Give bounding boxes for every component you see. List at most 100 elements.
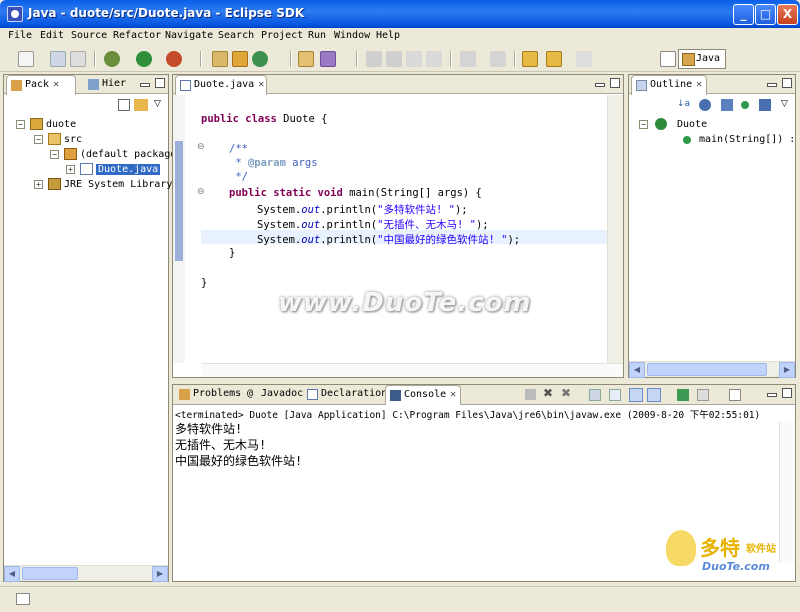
minimize-icon[interactable] bbox=[767, 393, 777, 397]
view-menu-icon[interactable]: ▽ bbox=[781, 99, 788, 109]
open-console-icon[interactable] bbox=[729, 389, 741, 401]
menu-run[interactable]: Run bbox=[308, 30, 326, 41]
close-button[interactable]: X bbox=[777, 4, 798, 25]
back-icon[interactable] bbox=[546, 51, 562, 67]
fold-icon[interactable]: ⊖ bbox=[197, 187, 205, 197]
tree-item-default-package[interactable]: − (default package bbox=[50, 147, 176, 162]
menu-project[interactable]: Project bbox=[261, 30, 303, 41]
remove-launch-icon[interactable]: ✖ bbox=[543, 386, 553, 400]
menu-refactor[interactable]: Refactor bbox=[113, 30, 161, 41]
menu-navigate[interactable]: Navigate bbox=[165, 30, 213, 41]
hide-static-icon[interactable] bbox=[721, 99, 733, 111]
hide-nonpublic-icon[interactable] bbox=[741, 101, 749, 109]
fast-view-icon[interactable] bbox=[16, 593, 30, 605]
scroll-right-button[interactable]: ▶ bbox=[152, 566, 168, 582]
open-perspective-icon[interactable] bbox=[660, 51, 676, 67]
tab-duote-java[interactable]: Duote.java ✕ bbox=[175, 75, 267, 95]
scroll-thumb[interactable] bbox=[647, 363, 767, 376]
tree-item-jre[interactable]: + JRE System Library bbox=[34, 177, 172, 192]
toggle-mark-icon[interactable] bbox=[366, 51, 382, 67]
clear-console-icon[interactable] bbox=[589, 389, 601, 401]
sort-icon[interactable]: ↓a bbox=[677, 99, 690, 109]
maximize-icon[interactable] bbox=[782, 78, 792, 88]
tree-item-duote-java[interactable]: + Duote.java bbox=[66, 162, 161, 177]
show-whitespace-icon[interactable] bbox=[426, 51, 442, 67]
next-annotation-icon[interactable] bbox=[460, 51, 476, 67]
hide-local-types-icon[interactable] bbox=[759, 99, 771, 111]
tab-declaration[interactable]: Declaration bbox=[303, 385, 387, 404]
collapse-icon[interactable]: − bbox=[16, 120, 25, 129]
menu-help[interactable]: Help bbox=[376, 30, 400, 41]
tree-item-src[interactable]: − src bbox=[34, 132, 82, 147]
minimize-icon[interactable] bbox=[595, 83, 605, 87]
maximize-button[interactable]: □ bbox=[755, 4, 776, 25]
run-icon[interactable] bbox=[136, 51, 152, 67]
menu-search[interactable]: Search bbox=[218, 30, 254, 41]
pin-console-icon[interactable] bbox=[677, 389, 689, 401]
edit-icon[interactable] bbox=[386, 51, 402, 67]
link-with-editor-icon[interactable] bbox=[134, 99, 148, 111]
code-line-10[interactable]: } bbox=[201, 277, 207, 289]
save-icon[interactable] bbox=[50, 51, 66, 67]
tab-outline[interactable]: Outline ✕ bbox=[631, 75, 707, 95]
code-line-2[interactable]: /** bbox=[229, 143, 248, 155]
fold-icon[interactable]: ⊖ bbox=[197, 142, 205, 152]
collapse-icon[interactable]: − bbox=[50, 150, 59, 159]
maximize-icon[interactable] bbox=[155, 78, 165, 88]
print-icon[interactable] bbox=[70, 51, 86, 67]
prev-annotation-icon[interactable] bbox=[490, 51, 506, 67]
maximize-icon[interactable] bbox=[610, 78, 620, 88]
tab-package-explorer[interactable]: Pack ✕ bbox=[6, 75, 76, 95]
outline-horizontal-scrollbar[interactable]: ◀ ▶ bbox=[629, 361, 795, 378]
maximize-icon[interactable] bbox=[782, 388, 792, 398]
display-console-icon[interactable] bbox=[697, 389, 709, 401]
collapse-all-icon[interactable] bbox=[118, 99, 130, 111]
collapse-icon[interactable]: − bbox=[639, 120, 648, 129]
scroll-right-button[interactable]: ▶ bbox=[779, 362, 795, 378]
expand-icon[interactable]: + bbox=[66, 165, 75, 174]
code-line-6[interactable]: System.out.println("多特软件站! "); bbox=[257, 202, 468, 217]
terminate-icon[interactable] bbox=[525, 389, 536, 400]
code-line-3[interactable]: * @param args bbox=[229, 157, 317, 169]
editor-horizontal-scrollbar[interactable] bbox=[201, 363, 623, 377]
new-icon[interactable] bbox=[18, 51, 34, 67]
close-icon[interactable]: ✕ bbox=[450, 389, 456, 400]
close-icon[interactable]: ✕ bbox=[258, 79, 264, 90]
minimize-icon[interactable] bbox=[140, 83, 150, 87]
new-java-project-icon[interactable] bbox=[212, 51, 228, 67]
code-line-8[interactable]: System.out.println("中国最好的绿色软件站! "); bbox=[257, 232, 520, 247]
horizontal-scrollbar[interactable]: ◀ ▶ bbox=[4, 565, 168, 582]
java-perspective-button[interactable]: Java bbox=[678, 49, 726, 69]
block-select-icon[interactable] bbox=[406, 51, 422, 67]
menu-edit[interactable]: Edit bbox=[40, 30, 64, 41]
tab-javadoc[interactable]: @ Javadoc bbox=[243, 385, 303, 404]
expand-icon[interactable]: + bbox=[34, 180, 43, 189]
tree-item-project[interactable]: − duote bbox=[16, 117, 76, 132]
outline-class-duote[interactable]: − Duote bbox=[639, 117, 707, 132]
outline-method-main[interactable]: main(String[]) : bbox=[681, 132, 795, 147]
forward-icon[interactable] bbox=[576, 51, 592, 67]
new-package-icon[interactable] bbox=[232, 51, 248, 67]
collapse-icon[interactable]: − bbox=[34, 135, 43, 144]
scroll-lock-icon[interactable] bbox=[609, 389, 621, 401]
tab-console[interactable]: Console ✕ bbox=[385, 385, 461, 405]
code-line-1[interactable]: public class Duote { bbox=[201, 113, 327, 125]
hide-fields-icon[interactable] bbox=[699, 99, 711, 111]
tab-hierarchy[interactable]: Hier bbox=[84, 75, 134, 94]
menu-window[interactable]: Window bbox=[334, 30, 370, 41]
code-line-9[interactable]: } bbox=[229, 247, 235, 259]
close-icon[interactable]: ✕ bbox=[696, 79, 702, 90]
new-class-icon[interactable] bbox=[252, 51, 268, 67]
remove-all-terminated-icon[interactable]: ✖ bbox=[561, 386, 571, 400]
open-type-icon[interactable] bbox=[298, 51, 314, 67]
code-line-5[interactable]: public static void main(String[] args) { bbox=[229, 187, 482, 199]
view-menu-icon[interactable]: ▽ bbox=[154, 99, 161, 109]
scroll-thumb[interactable] bbox=[22, 567, 78, 580]
show-on-output-icon[interactable] bbox=[629, 388, 643, 402]
editor-vertical-scrollbar[interactable] bbox=[607, 95, 623, 363]
menu-file[interactable]: File bbox=[8, 30, 32, 41]
search-icon[interactable] bbox=[320, 51, 336, 67]
minimize-button[interactable]: _ bbox=[733, 4, 754, 25]
minimize-icon[interactable] bbox=[767, 83, 777, 87]
scroll-left-button[interactable]: ◀ bbox=[4, 566, 20, 582]
